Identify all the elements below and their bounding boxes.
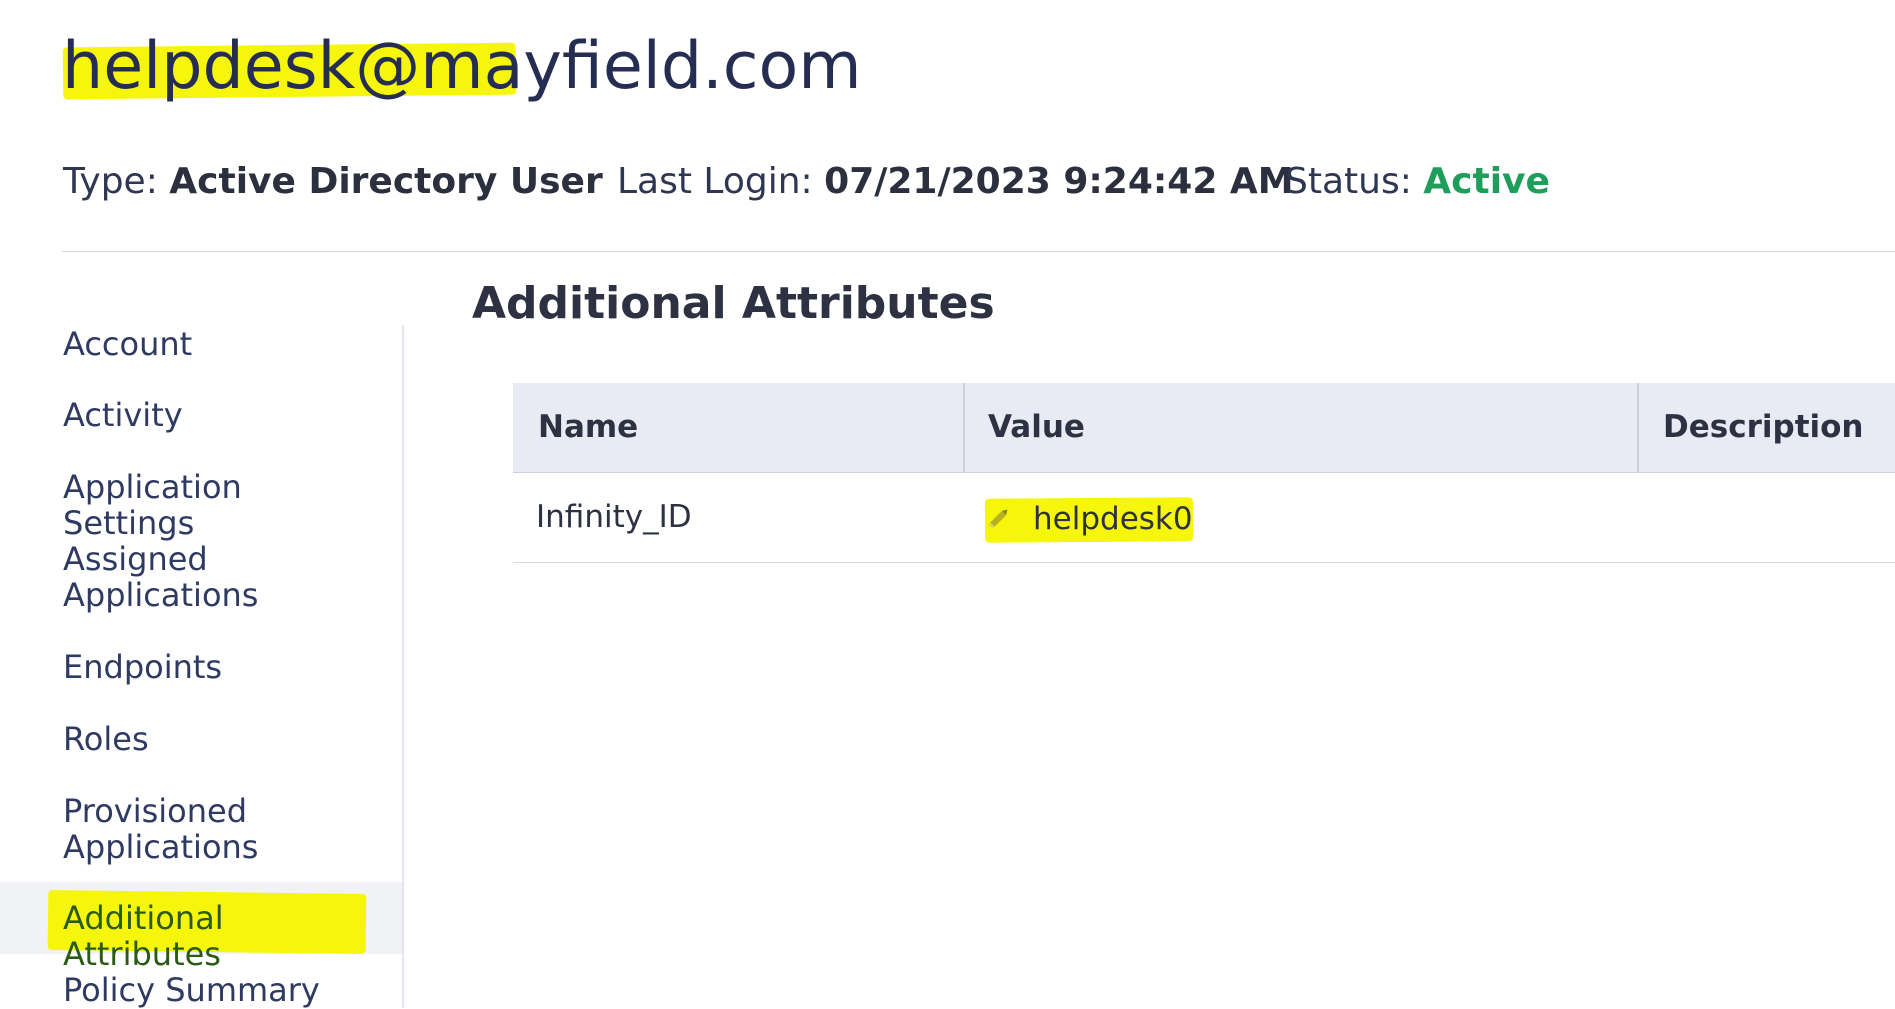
last-login: Last Login: 07/21/2023 9:24:42 AM [617, 160, 1294, 204]
sidebar-item-policy-summary[interactable]: Policy Summary [63, 972, 383, 1008]
column-separator [963, 383, 965, 472]
attribute-value-text[interactable]: helpdesk0 [1033, 475, 1193, 564]
user-type: Type: Active Directory User [63, 160, 603, 204]
header-divider [62, 251, 1895, 252]
pencil-icon[interactable] [986, 505, 1012, 531]
table-header: Name Value Description [513, 383, 1895, 473]
status-value: Active [1423, 161, 1550, 202]
user-status: Status: Active [1285, 160, 1550, 204]
last-login-value: 07/21/2023 9:24:42 AM [824, 161, 1294, 202]
sidebar-item-activity[interactable]: Activity [63, 397, 383, 433]
column-separator [1637, 383, 1639, 472]
section-title: Additional Attributes [472, 278, 995, 329]
type-label: Type: [63, 161, 158, 202]
user-title: helpdesk@mayfield.com [62, 29, 862, 104]
status-label: Status: [1285, 161, 1412, 202]
column-header-value[interactable]: Value [988, 383, 1085, 472]
attribute-name: Infinity_ID [536, 499, 692, 535]
sidebar-divider [402, 325, 404, 1008]
sidebar-item-endpoints[interactable]: Endpoints [63, 649, 383, 685]
column-header-description[interactable]: Description [1663, 383, 1864, 472]
type-value: Active Directory User [169, 161, 603, 202]
sidebar-item-provisioned-applications[interactable]: Provisioned Applications [63, 793, 383, 865]
last-login-label: Last Login: [617, 161, 813, 202]
sidebar-item-roles[interactable]: Roles [63, 721, 383, 757]
sidebar-item-account[interactable]: Account [63, 326, 383, 362]
table-row: Infinity_ID helpdesk0 [513, 473, 1895, 563]
column-header-name[interactable]: Name [538, 383, 638, 472]
sidebar-item-application-settings[interactable]: Application Settings [63, 469, 383, 541]
sidebar-item-additional-attributes[interactable]: Additional Attributes [63, 900, 383, 972]
sidebar-item-assigned-applications[interactable]: Assigned Applications [63, 541, 383, 613]
